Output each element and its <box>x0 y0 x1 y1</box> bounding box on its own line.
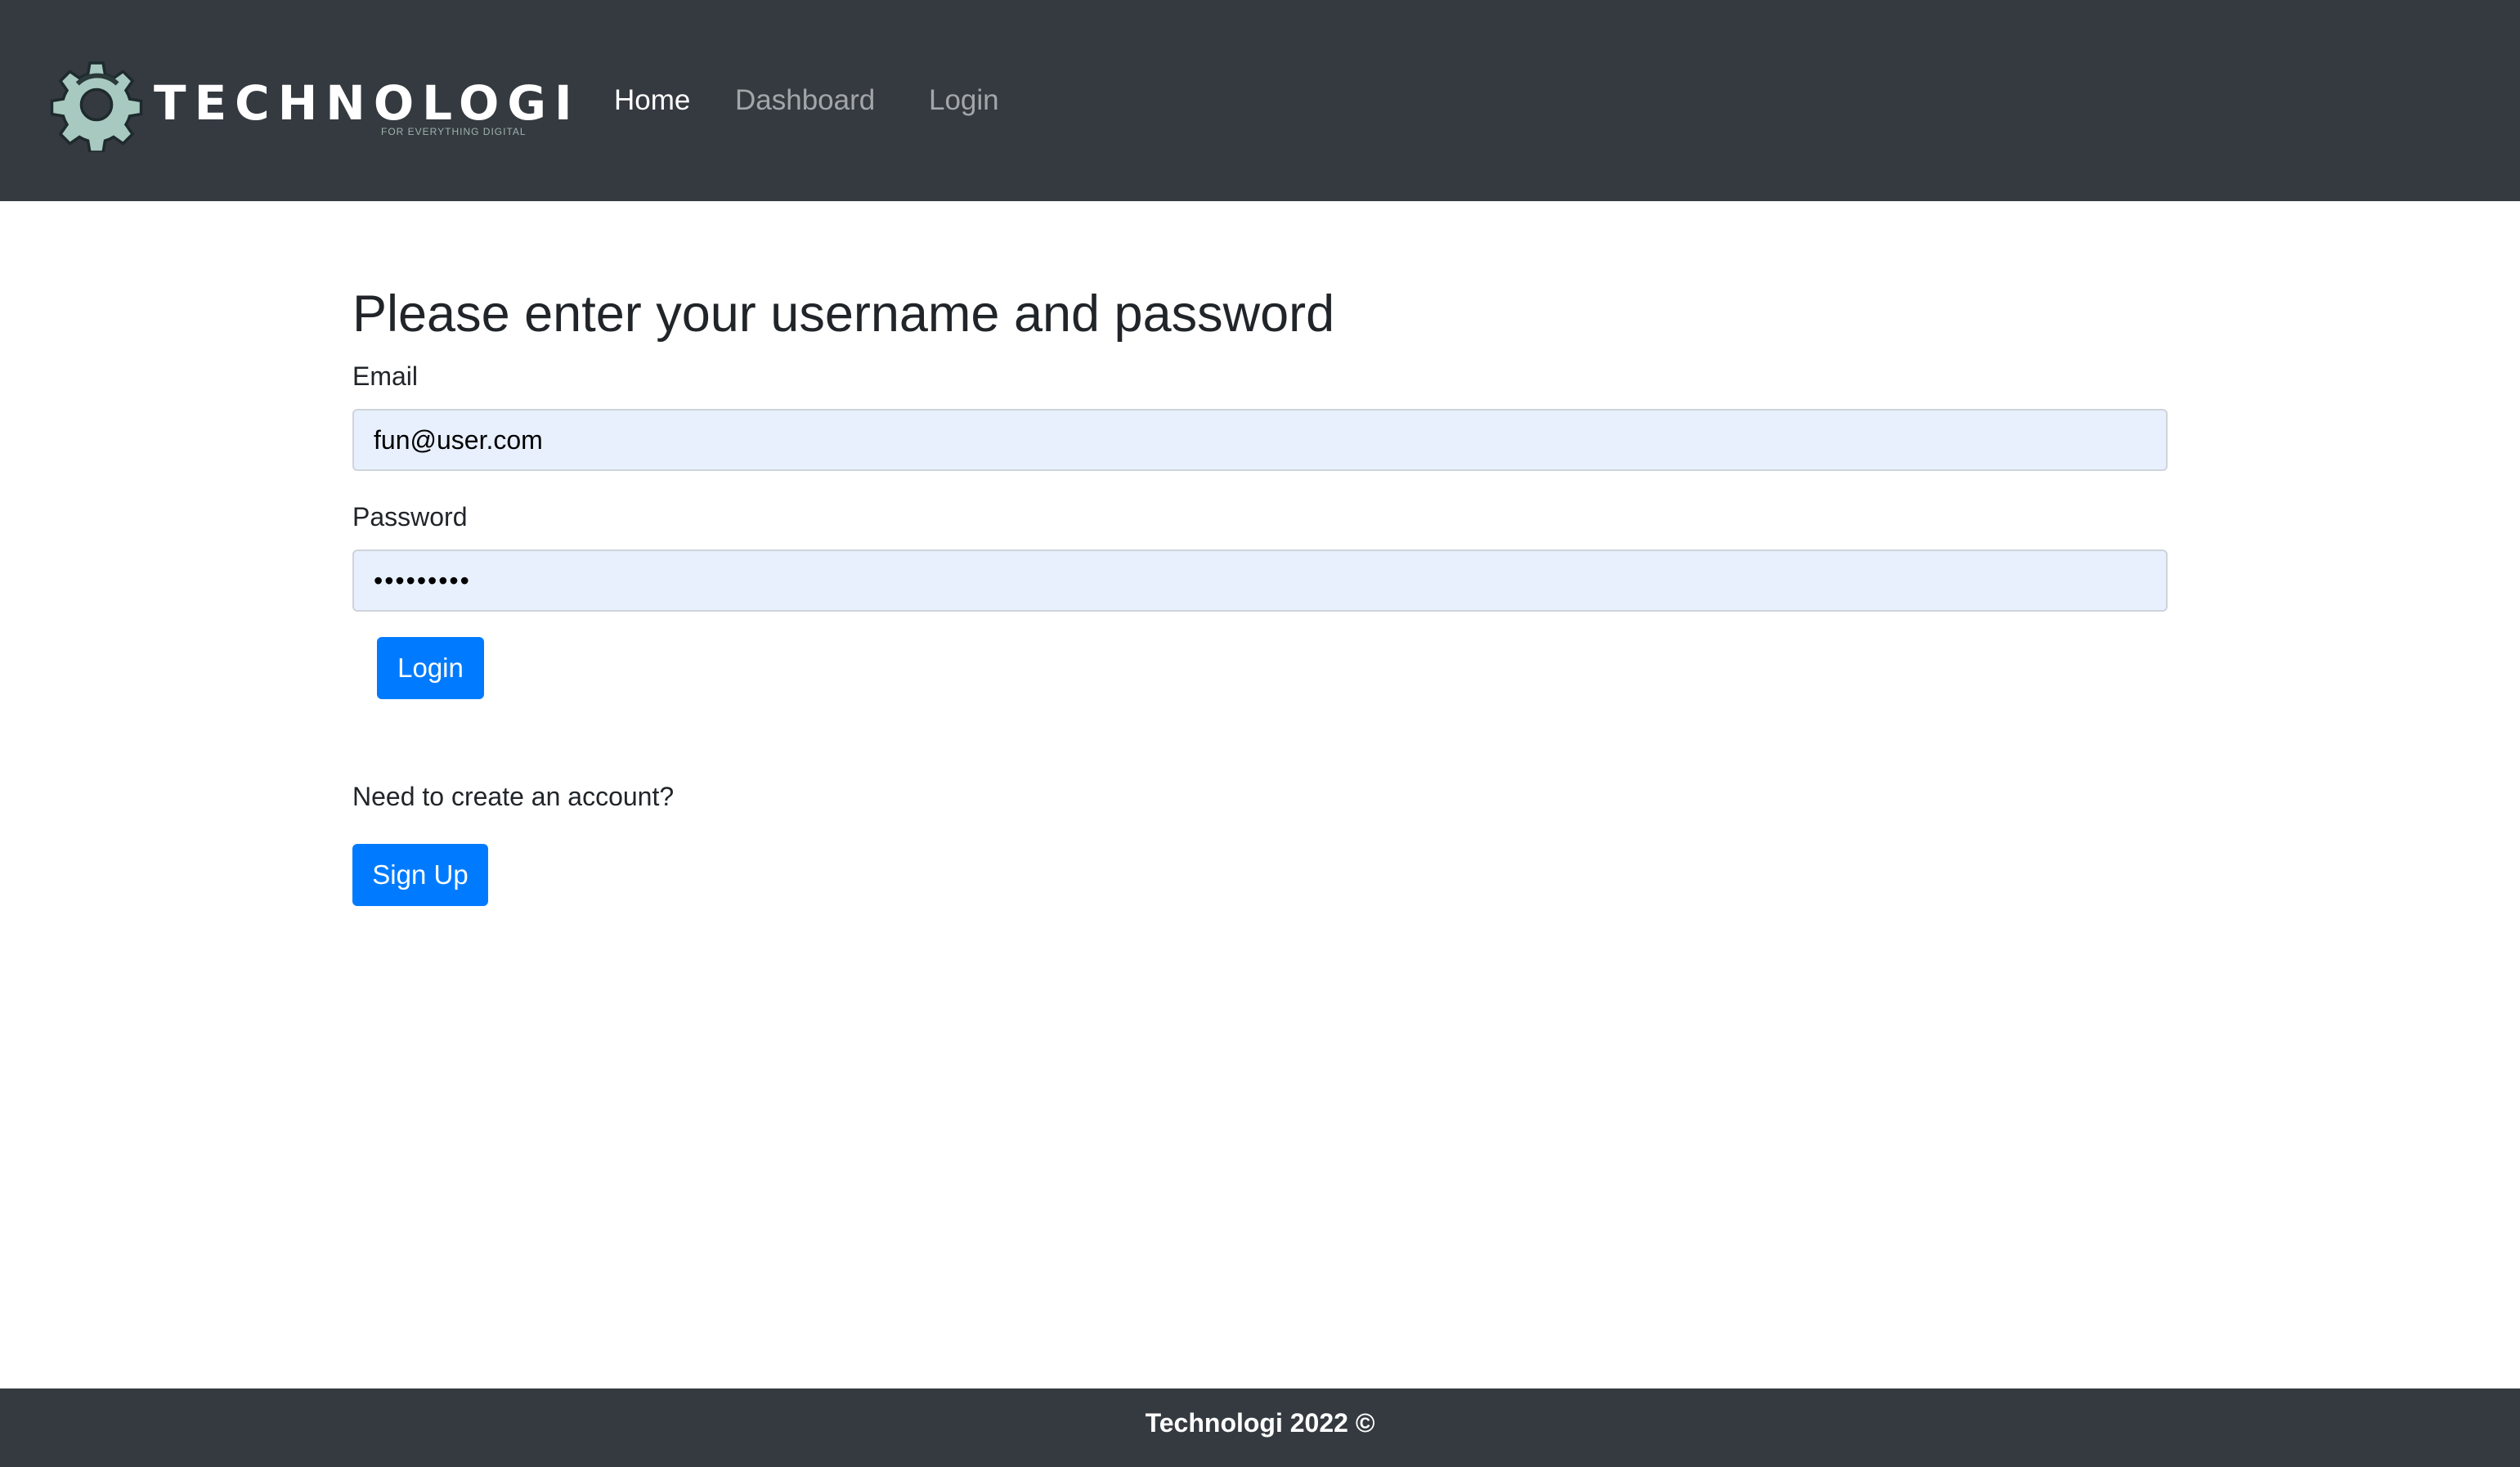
password-field[interactable] <box>352 550 2168 612</box>
nav-login[interactable]: Login <box>929 79 999 123</box>
navbar: TECHNOLOGI FOR EVERYTHING DIGITAL Home D… <box>0 0 2520 201</box>
footer: Technologi 2022 © <box>0 1388 2520 1467</box>
gear-icon <box>50 61 143 152</box>
sign-up-button[interactable]: Sign Up <box>352 844 488 906</box>
email-label: Email <box>352 361 419 391</box>
login-button[interactable]: Login <box>377 637 484 699</box>
footer-copyright: Technologi 2022 © <box>1145 1408 1375 1438</box>
brand-name: TECHNOLOGI <box>154 75 581 131</box>
nav-dashboard[interactable]: Dashboard <box>735 79 875 123</box>
page-title: Please enter your username and password <box>352 285 1335 343</box>
signup-prompt: Need to create an account? <box>352 782 675 811</box>
nav-home[interactable]: Home <box>614 79 690 123</box>
brand-logo[interactable]: TECHNOLOGI FOR EVERYTHING DIGITAL <box>49 56 572 154</box>
brand-tagline: FOR EVERYTHING DIGITAL <box>381 126 527 137</box>
email-field[interactable] <box>352 409 2168 471</box>
password-label: Password <box>352 502 468 532</box>
